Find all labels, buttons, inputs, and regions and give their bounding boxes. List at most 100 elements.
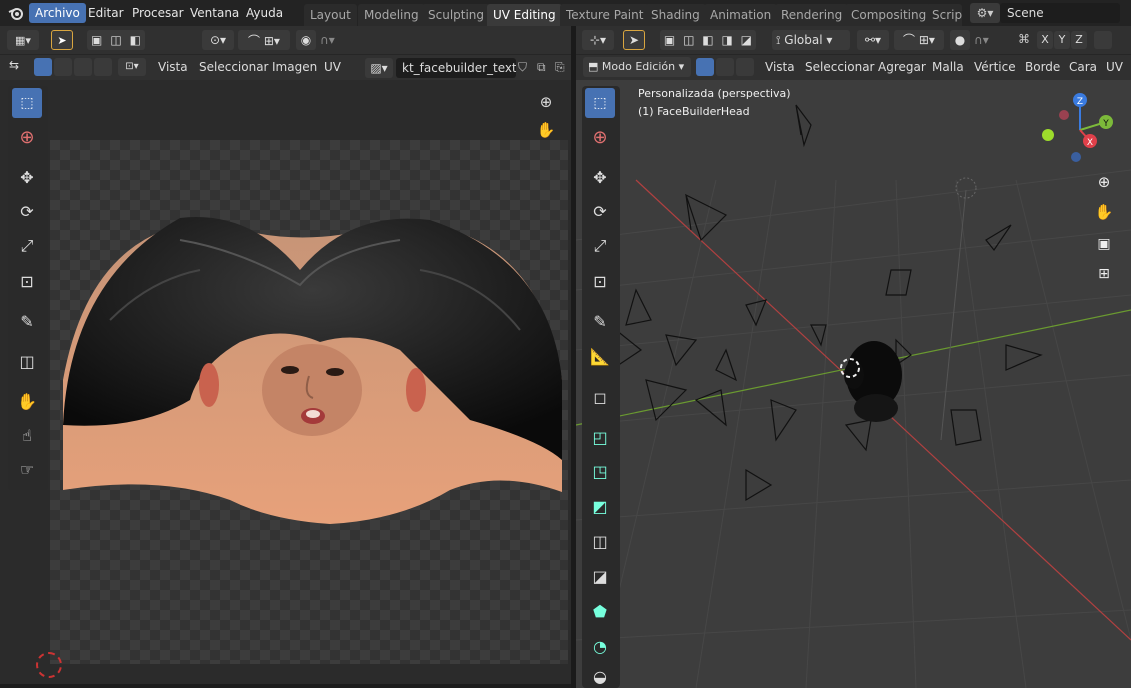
uv-tool-move[interactable]: ✥ <box>12 162 42 192</box>
uv-tool-pinch[interactable]: ☞ <box>12 454 42 484</box>
tab-animation[interactable]: Animation <box>704 4 778 26</box>
mode-dropdown[interactable]: ⬒ Modo Edición ▾ <box>583 57 691 77</box>
viewport-zoom-icon[interactable]: ⊕ <box>1092 170 1116 194</box>
tab-modeling[interactable]: Modeling <box>358 4 425 26</box>
viewport-tool-select[interactable]: ⬚ <box>585 88 615 118</box>
viewport-tool-knife[interactable]: ◪ <box>585 561 615 591</box>
viewport-falloff-dropdown[interactable]: ∩▾ <box>974 30 1004 50</box>
viewport-tool-rotate[interactable]: ⟳ <box>585 196 615 226</box>
menu-procesar[interactable]: Procesar <box>126 3 190 23</box>
scene-selector[interactable]: ⚙▾ <box>970 3 1000 23</box>
viewport-options-button[interactable] <box>1094 31 1112 49</box>
edge-select-mode[interactable] <box>716 58 734 76</box>
uv-editor-canvas[interactable] <box>0 80 571 684</box>
face-select-mode[interactable] <box>736 58 754 76</box>
snap-dropdown[interactable]: ⌒ ⊞▾ <box>238 30 290 50</box>
viewport-tool-poly-build[interactable]: ⬟ <box>585 596 615 626</box>
viewport-proportional-edit[interactable]: ● <box>950 30 970 50</box>
camera-view-icon[interactable]: ▣ <box>1092 232 1116 256</box>
viewport-tool-annotate[interactable]: ✎ <box>585 306 615 336</box>
uv-island-mode[interactable] <box>94 58 112 76</box>
mirror-icon[interactable]: ⌘ <box>1018 32 1030 46</box>
select-mode-group[interactable]: ▣ ◫ ◧ <box>87 30 145 50</box>
uv-tool-cube[interactable]: ◫ <box>12 346 42 376</box>
uv-tool-transform[interactable]: ⊡ <box>12 266 42 296</box>
scene-field[interactable]: Scene <box>1000 3 1120 23</box>
navigation-gizmo[interactable]: Z Y X <box>1040 90 1120 170</box>
menu-editar[interactable]: Editar <box>82 3 130 23</box>
orientation-dropdown[interactable]: ⟟ Global ▾ <box>772 30 850 50</box>
viewport-tool-scale[interactable]: ⤢ <box>585 231 615 261</box>
viewport-tool-spin[interactable]: ◔ <box>585 631 615 661</box>
viewport-editor-type[interactable]: ⊹▾ <box>582 30 614 50</box>
viewport-tool-inset[interactable]: ◳ <box>585 456 615 486</box>
uv-vertex-mode[interactable] <box>34 58 52 76</box>
viewport-tool-extrude[interactable]: ◰ <box>585 422 615 452</box>
sticky-select-dropdown[interactable]: ⊡▾ <box>118 58 146 76</box>
viewport-menu-agregar[interactable]: Agregar <box>878 57 926 77</box>
tab-layout[interactable]: Layout <box>304 4 357 26</box>
mirror-x-button[interactable]: X <box>1037 31 1053 49</box>
uv-pan-icon[interactable]: ✋ <box>534 118 558 142</box>
blender-logo-icon[interactable] <box>8 5 24 21</box>
viewport-tool-measure[interactable]: 📐 <box>585 341 615 371</box>
vertex-select-mode[interactable] <box>696 58 714 76</box>
viewport-select-tool[interactable]: ➤ <box>623 30 645 50</box>
proportional-edit-button[interactable]: ◉ <box>296 30 316 50</box>
uv-tool-rotate[interactable]: ⟳ <box>12 196 42 226</box>
viewport-snap-dropdown[interactable]: ⌒ ⊞▾ <box>894 30 944 50</box>
viewport-menu-vista[interactable]: Vista <box>765 57 795 77</box>
viewport-tool-bevel[interactable]: ◩ <box>585 491 615 521</box>
mirror-z-button[interactable]: Z <box>1071 31 1087 49</box>
viewport-menu-seleccionar[interactable]: Seleccionar <box>805 57 874 77</box>
uv-menu-vista[interactable]: Vista <box>158 57 188 77</box>
image-browse-button[interactable]: ▨▾ <box>365 58 393 78</box>
menu-ventana[interactable]: Ventana <box>184 3 245 23</box>
viewport-menu-malla[interactable]: Malla <box>932 57 964 77</box>
tab-uv-editing[interactable]: UV Editing <box>487 4 562 26</box>
viewport-pan-icon[interactable]: ✋ <box>1092 200 1116 224</box>
tab-texture-paint[interactable]: Texture Paint <box>560 4 650 26</box>
new-image-icon[interactable]: ⧉ <box>537 60 546 75</box>
tab-shading[interactable]: Shading <box>645 4 706 26</box>
uv-tool-select[interactable]: ⬚ <box>12 88 42 118</box>
tab-scripting[interactable]: Scripti <box>926 4 962 26</box>
viewport-menu-uv[interactable]: UV <box>1106 57 1123 77</box>
menu-archivo[interactable]: Archivo <box>29 3 86 23</box>
uv-tool-annotate[interactable]: ✎ <box>12 306 42 336</box>
uv-edge-mode[interactable] <box>54 58 72 76</box>
uv-tool-cursor[interactable]: ⊕ <box>12 122 42 152</box>
uv-zoom-icon[interactable]: ⊕ <box>534 90 558 114</box>
viewport-tool-add-cube[interactable]: ◻ <box>585 382 615 412</box>
uv-sync-icon[interactable]: ⇆ <box>9 58 27 76</box>
viewport-select-mode-group[interactable]: ▣ ◫ ◧ ◨ ◪ <box>660 30 756 50</box>
uv-tool-grab[interactable]: ✋ <box>12 386 42 416</box>
uv-tool-relax[interactable]: ☝ <box>12 420 42 450</box>
viewport-tool-cursor[interactable]: ⊕ <box>585 122 615 152</box>
select-tool-button[interactable]: ➤ <box>51 30 73 50</box>
uv-tool-scale[interactable]: ⤢ <box>12 231 42 261</box>
viewport-menu-borde[interactable]: Borde <box>1025 57 1060 77</box>
pivot-dropdown[interactable]: ⊙▾ <box>202 30 234 50</box>
viewport-3d-canvas[interactable]: Personalizada (perspectiva) (1) FaceBuil… <box>576 80 1131 688</box>
tab-sculpting[interactable]: Sculpting <box>422 4 491 26</box>
fake-user-icon[interactable]: ⛉ <box>518 60 527 75</box>
uv-menu-seleccionar[interactable]: Seleccionar <box>199 57 268 77</box>
viewport-tool-smooth[interactable]: ◒ <box>585 664 615 688</box>
viewport-menu-cara[interactable]: Cara <box>1069 57 1097 77</box>
viewport-tool-loop-cut[interactable]: ◫ <box>585 526 615 556</box>
uv-face-mode[interactable] <box>74 58 92 76</box>
editor-type-button[interactable]: ▦▾ <box>7 30 39 50</box>
open-image-icon[interactable]: ⎘ <box>555 60 565 75</box>
viewport-tool-move[interactable]: ✥ <box>585 162 615 192</box>
uv-menu-imagen[interactable]: Imagen <box>272 57 317 77</box>
viewport-menu-vertice[interactable]: Vértice <box>974 57 1016 77</box>
uv-menu-uv[interactable]: UV <box>324 57 341 77</box>
image-name-field[interactable]: kt_facebuilder_textu... <box>396 58 516 78</box>
tab-compositing[interactable]: Compositing <box>845 4 933 26</box>
mirror-y-button[interactable]: Y <box>1054 31 1070 49</box>
perspective-toggle-icon[interactable]: ⊞ <box>1092 262 1116 286</box>
viewport-pivot-dropdown[interactable]: ⚯▾ <box>857 30 889 50</box>
tab-rendering[interactable]: Rendering <box>775 4 849 26</box>
menu-ayuda[interactable]: Ayuda <box>240 3 289 23</box>
